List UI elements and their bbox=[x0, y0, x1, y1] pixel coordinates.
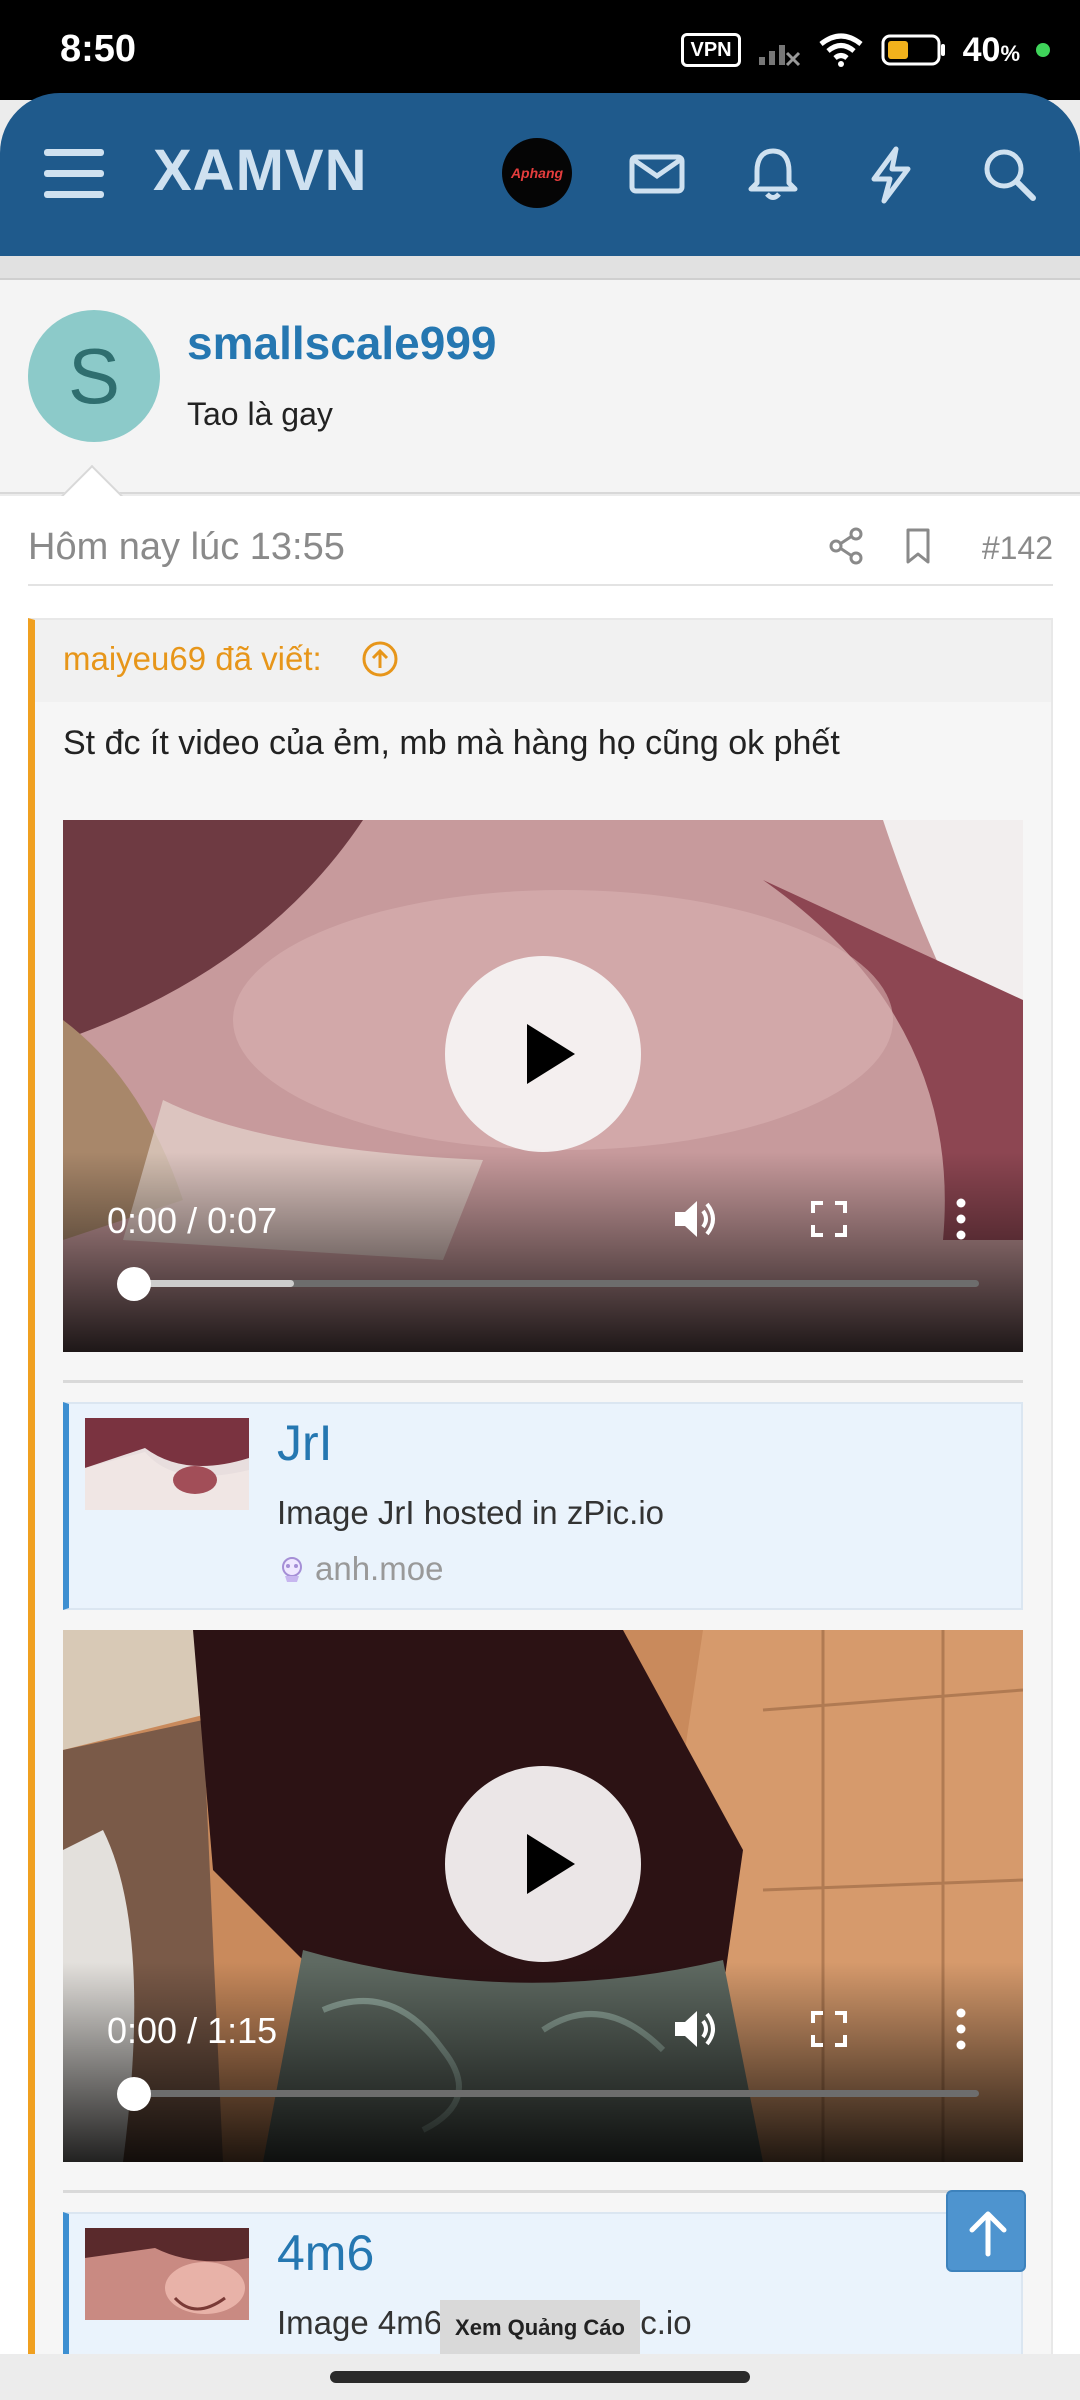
video-time: 0:00 / 1:15 bbox=[107, 2010, 278, 2051]
divider bbox=[63, 2190, 1023, 2193]
battery-icon bbox=[881, 34, 945, 66]
account-avatar[interactable]: Aphang bbox=[502, 138, 572, 208]
lightning-icon[interactable] bbox=[860, 143, 922, 205]
divider bbox=[63, 1380, 1023, 1383]
link-preview[interactable]: JrI Image JrI hosted in zPic.io anh.moe bbox=[63, 1402, 1023, 1610]
site-domain: anh.moe bbox=[315, 1550, 444, 1587]
more-options-icon[interactable] bbox=[935, 1193, 987, 1245]
quote-block: maiyeu69 đã viết: St đc ít video của ẻm,… bbox=[28, 618, 1053, 2356]
user-avatar[interactable]: S bbox=[28, 310, 160, 442]
post-meta: Hôm nay lúc 13:55 #142 bbox=[28, 526, 1053, 586]
video-progress-bar[interactable] bbox=[117, 1267, 979, 1301]
user-title: Tao là gay bbox=[187, 396, 333, 432]
status-icons: VPN 40% bbox=[681, 28, 1050, 72]
site-logo[interactable]: XAMVN bbox=[153, 137, 367, 204]
status-time: 8:50 bbox=[60, 28, 137, 70]
scroll-to-top-button[interactable] bbox=[946, 2190, 1026, 2272]
quote-header: maiyeu69 đã viết: bbox=[35, 620, 1051, 702]
post-body: Hôm nay lúc 13:55 #142 maiyeu69 đã viết:… bbox=[0, 496, 1080, 2356]
video-scrubber[interactable] bbox=[117, 1267, 151, 1301]
header-divider bbox=[0, 256, 1080, 280]
post-user-card: S smallscale999 Tao là gay bbox=[0, 280, 1080, 528]
system-nav-bar bbox=[0, 2354, 1080, 2400]
jump-to-quote-icon[interactable] bbox=[361, 640, 399, 678]
vpn-icon: VPN bbox=[681, 33, 741, 67]
privacy-indicator bbox=[1036, 43, 1050, 57]
link-preview-site: anh.moe bbox=[277, 1550, 443, 1588]
link-preview-thumbnail bbox=[85, 1418, 249, 1510]
view-ad-button[interactable]: Xem Quảng Cáo bbox=[440, 2300, 640, 2356]
quote-text: St đc ít video của ẻm, mb mà hàng họ cũn… bbox=[63, 724, 840, 762]
link-preview-description: Image JrI hosted in zPic.io bbox=[277, 1494, 665, 1531]
home-gesture-handle[interactable] bbox=[330, 2371, 750, 2383]
video-time: 0:00 / 0:07 bbox=[107, 1200, 278, 1241]
app-header: XAMVN Aphang bbox=[0, 93, 1080, 256]
video-controls-scrim bbox=[63, 1152, 1023, 1352]
status-bar: 8:50 VPN 40% bbox=[0, 0, 1080, 100]
menu-icon[interactable] bbox=[44, 149, 104, 199]
play-button[interactable] bbox=[445, 956, 641, 1152]
video-scrubber[interactable] bbox=[117, 2077, 151, 2111]
link-preview-title[interactable]: JrI bbox=[277, 1414, 333, 1472]
battery-level: 40% bbox=[962, 30, 1020, 69]
video-player[interactable]: 0:00 / 0:07 bbox=[63, 820, 1023, 1352]
arrow-up-icon bbox=[969, 2211, 1007, 2257]
search-icon[interactable] bbox=[978, 143, 1040, 205]
bell-icon[interactable] bbox=[742, 143, 804, 205]
bookmark-icon[interactable] bbox=[898, 526, 938, 566]
mail-icon[interactable] bbox=[626, 143, 688, 205]
link-preview-thumbnail bbox=[85, 2228, 249, 2320]
post-number[interactable]: #142 bbox=[982, 530, 1053, 567]
quote-author[interactable]: maiyeu69 đã viết: bbox=[63, 640, 322, 678]
fullscreen-icon[interactable] bbox=[803, 1193, 855, 1245]
wifi-icon bbox=[819, 33, 863, 67]
post-date[interactable]: Hôm nay lúc 13:55 bbox=[28, 526, 345, 569]
avatar-text: Aphang bbox=[510, 165, 564, 181]
play-button[interactable] bbox=[445, 1766, 641, 1962]
fullscreen-icon[interactable] bbox=[803, 2003, 855, 2055]
share-icon[interactable] bbox=[826, 526, 866, 566]
video-progress-bar[interactable] bbox=[117, 2077, 979, 2111]
signal-icon bbox=[758, 45, 800, 67]
volume-icon[interactable] bbox=[669, 1193, 721, 1245]
more-options-icon[interactable] bbox=[935, 2003, 987, 2055]
site-favicon-icon bbox=[282, 1557, 302, 1582]
volume-icon[interactable] bbox=[669, 2003, 721, 2055]
video-player[interactable]: 0:00 / 1:15 bbox=[63, 1630, 1023, 2162]
username-link[interactable]: smallscale999 bbox=[187, 316, 497, 370]
video-controls-scrim bbox=[63, 1962, 1023, 2162]
link-preview-title[interactable]: 4m6 bbox=[277, 2224, 374, 2282]
